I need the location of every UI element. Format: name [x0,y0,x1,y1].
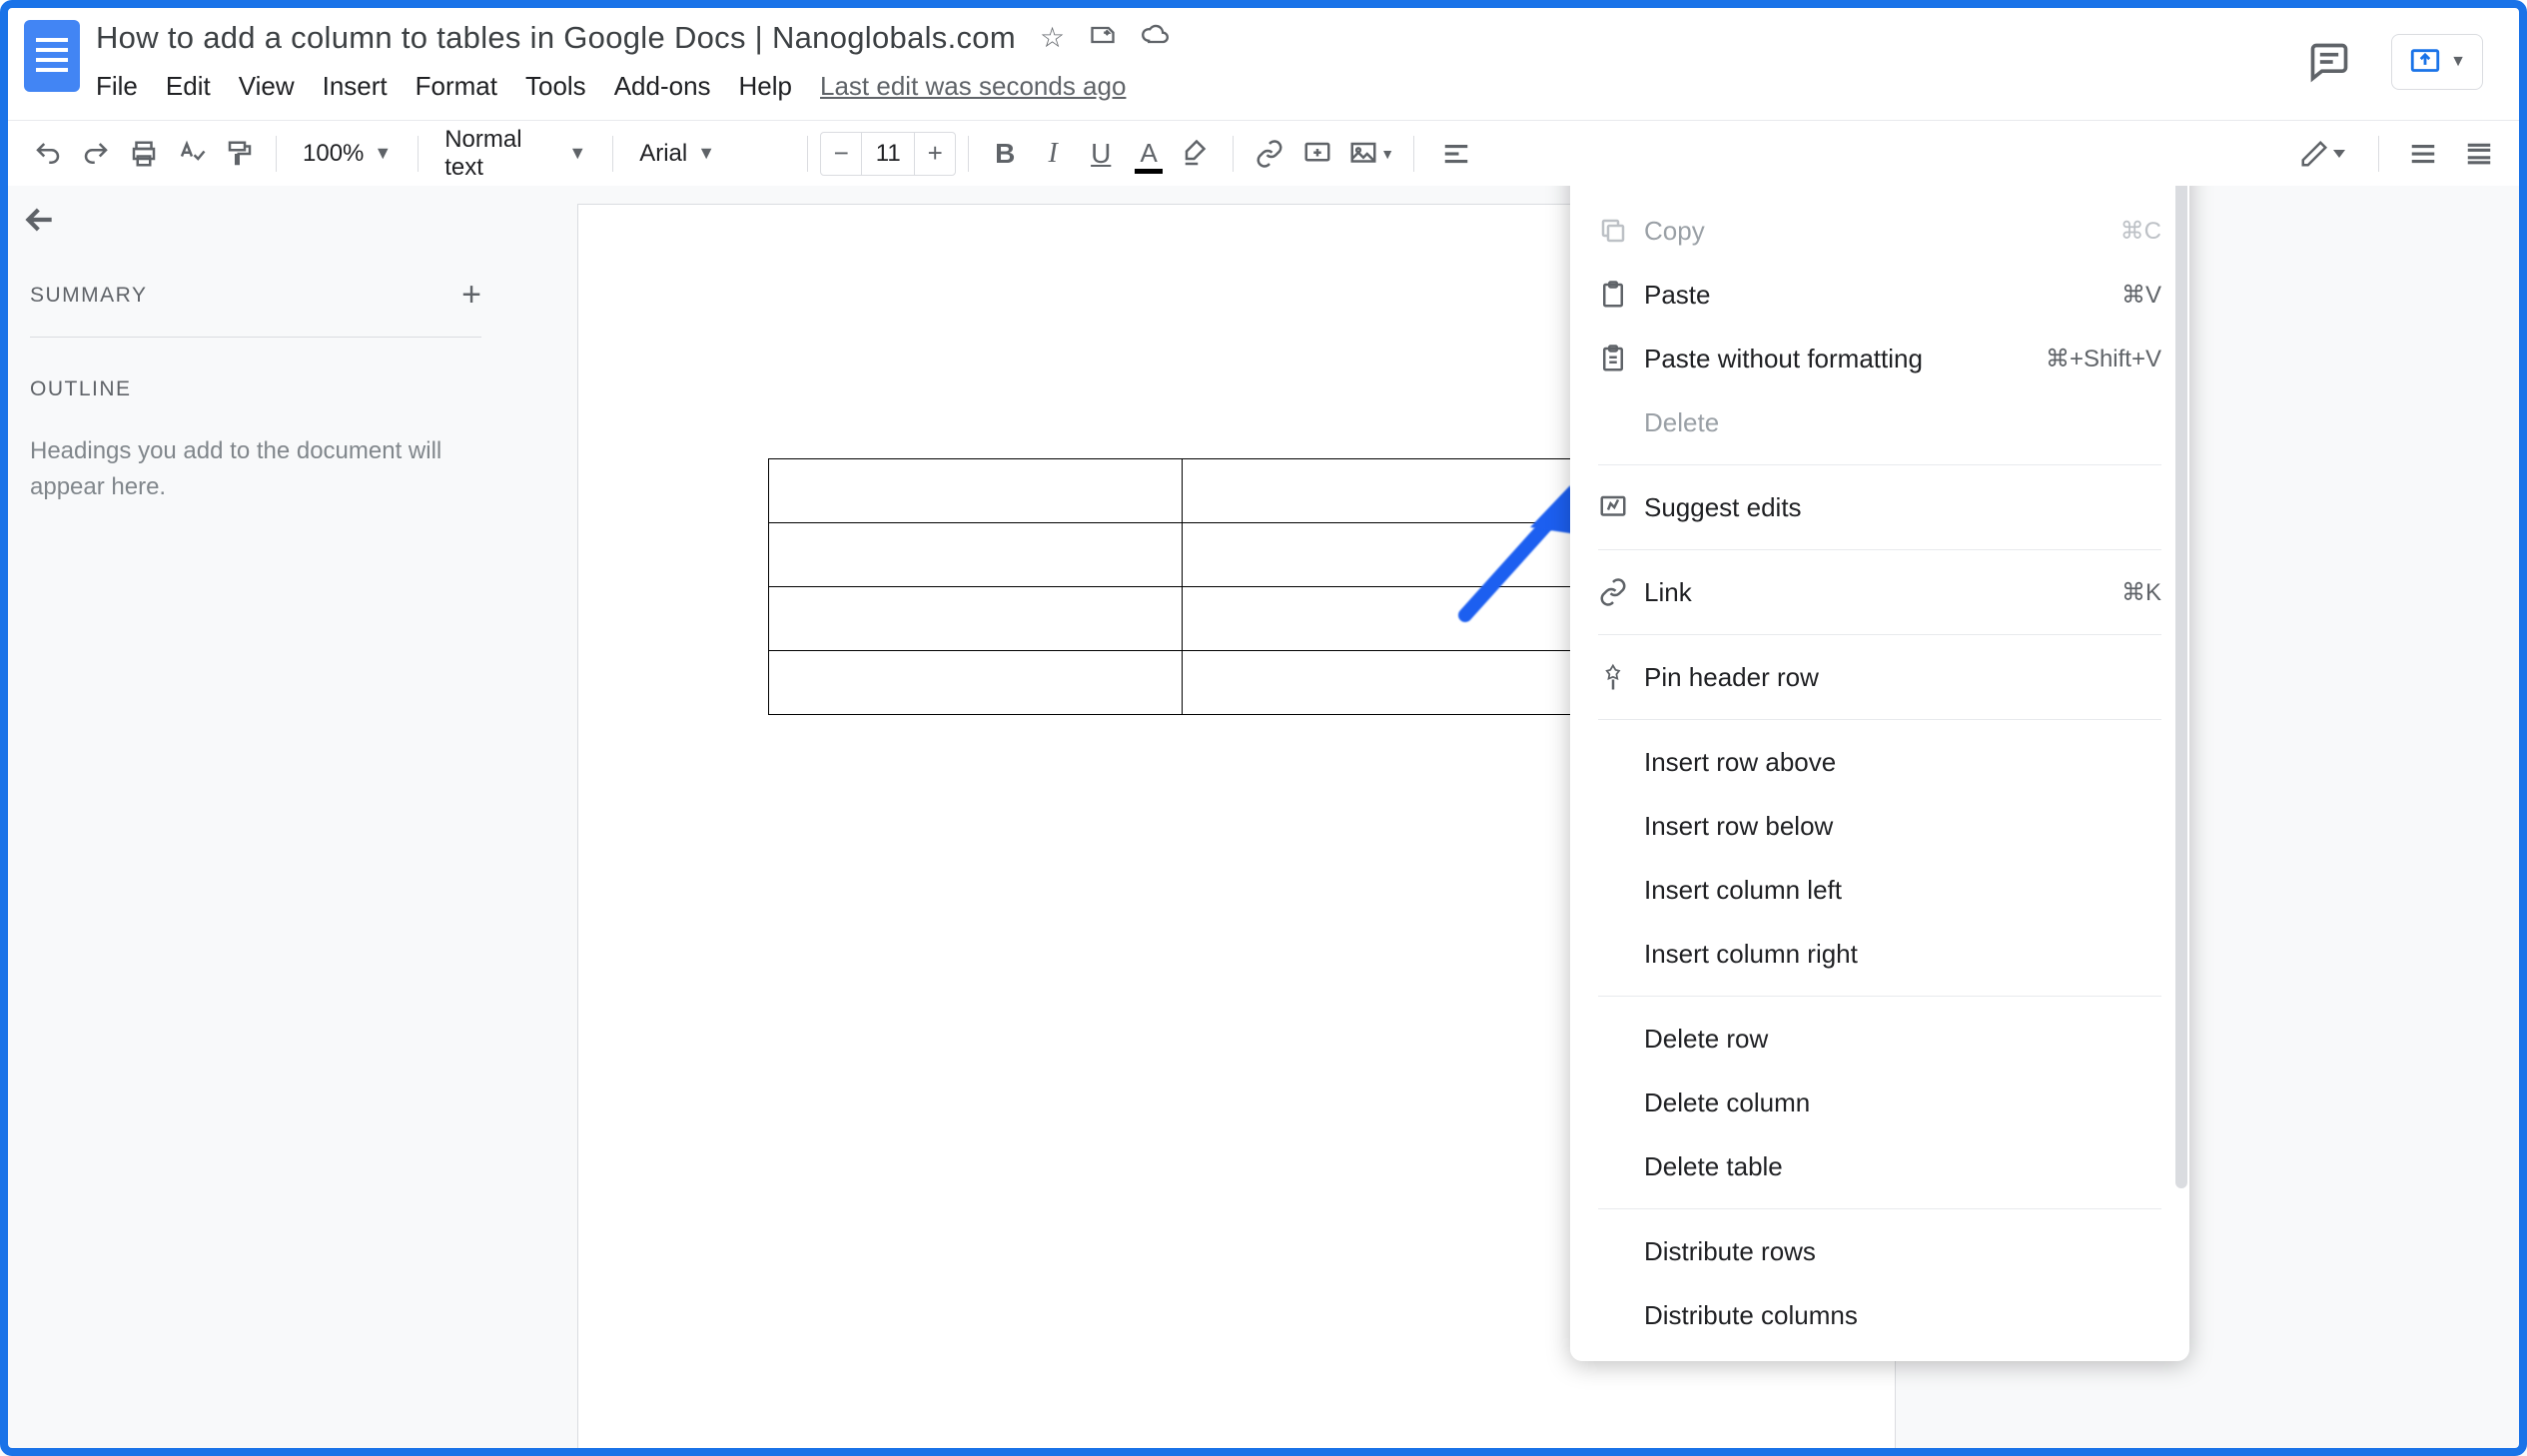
star-icon[interactable]: ☆ [1040,21,1065,56]
context-menu: Cut ⌘X Copy ⌘C Paste ⌘V Paste without fo… [1570,186,2189,1361]
font-select[interactable]: Arial▼ [625,130,795,178]
ctx-paste-plain[interactable]: Paste without formatting ⌘+Shift+V [1570,327,2189,390]
outline-heading: OUTLINE [30,377,481,401]
ctx-pin-header[interactable]: Pin header row [1570,645,2189,709]
share-button[interactable]: ▼ [2391,34,2483,90]
ctx-delete: Delete [1570,390,2189,454]
hide-menus-button[interactable] [2399,130,2447,178]
sidebar-back-button[interactable] [20,200,60,245]
copy-icon [1598,216,1644,246]
header-right: ▼ [2307,14,2503,90]
toolbar: 100%▼ Normal text▼ Arial▼ − 11 + B I U A… [0,120,2527,186]
ctx-insert-col-left[interactable]: Insert column left [1570,858,2189,922]
underline-button[interactable]: U [1077,130,1125,178]
document-canvas[interactable]: Cut ⌘X Copy ⌘C Paste ⌘V Paste without fo… [511,186,2527,1456]
link-icon [1598,577,1644,607]
spellcheck-button[interactable] [168,130,216,178]
outline-sidebar: SUMMARY + OUTLINE Headings you add to th… [0,186,511,1456]
table-row[interactable] [769,523,1656,587]
undo-button[interactable] [24,130,72,178]
bold-button[interactable]: B [981,130,1029,178]
app-header: How to add a column to tables in Google … [0,0,2527,120]
font-size-value[interactable]: 11 [861,133,915,175]
table-row[interactable] [769,651,1656,715]
highlight-button[interactable] [1173,130,1221,178]
outline-hint: Headings you add to the document will ap… [30,433,469,505]
ctx-copy: Copy ⌘C [1570,199,2189,263]
document-title[interactable]: How to add a column to tables in Google … [96,20,1016,56]
move-icon[interactable] [1089,21,1117,56]
context-menu-scrollbar[interactable] [2175,186,2187,1188]
menu-format[interactable]: Format [416,71,497,102]
paste-icon [1598,280,1644,310]
suggest-icon [1598,492,1644,522]
menu-file[interactable]: File [96,71,138,102]
expand-button[interactable] [2455,130,2503,178]
menu-insert[interactable]: Insert [323,71,388,102]
ctx-link[interactable]: Link ⌘K [1570,560,2189,624]
print-button[interactable] [120,130,168,178]
menu-view[interactable]: View [239,71,295,102]
italic-button[interactable]: I [1029,130,1077,178]
ctx-insert-col-right[interactable]: Insert column right [1570,922,2189,986]
menu-tools[interactable]: Tools [525,71,586,102]
paint-format-button[interactable] [216,130,264,178]
ctx-delete-row[interactable]: Delete row [1570,1007,2189,1071]
ctx-distribute-cols[interactable]: Distribute columns [1570,1283,2189,1347]
font-size-group: − 11 + [820,132,956,176]
add-summary-button[interactable]: + [461,276,481,315]
last-edit-link[interactable]: Last edit was seconds ago [820,71,1126,102]
zoom-select[interactable]: 100%▼ [289,130,406,178]
style-select[interactable]: Normal text▼ [430,130,600,178]
editing-mode-button[interactable] [2286,130,2358,178]
font-size-increase-button[interactable]: + [915,133,955,175]
menu-bar: File Edit View Insert Format Tools Add-o… [96,62,2307,110]
table-row[interactable] [769,587,1656,651]
redo-button[interactable] [72,130,120,178]
menu-edit[interactable]: Edit [166,71,211,102]
text-color-button[interactable]: A [1125,130,1173,178]
title-zone: How to add a column to tables in Google … [96,14,2307,110]
ctx-delete-table[interactable]: Delete table [1570,1134,2189,1198]
paste-plain-icon [1598,344,1644,373]
ctx-paste[interactable]: Paste ⌘V [1570,263,2189,327]
menu-addons[interactable]: Add-ons [614,71,711,102]
insert-image-button[interactable]: ▼ [1341,130,1401,178]
menu-help[interactable]: Help [739,71,792,102]
ctx-cut: Cut ⌘X [1570,186,2189,199]
chevron-down-icon: ▼ [2450,53,2466,71]
pin-icon [1598,662,1644,692]
ctx-insert-row-below[interactable]: Insert row below [1570,794,2189,858]
comments-icon[interactable] [2307,40,2351,84]
add-comment-button[interactable] [1293,130,1341,178]
document-table[interactable] [768,458,1656,715]
cloud-status-icon[interactable] [1141,21,1169,56]
font-size-decrease-button[interactable]: − [821,133,861,175]
docs-logo-icon[interactable] [24,20,80,92]
body-area: SUMMARY + OUTLINE Headings you add to th… [0,186,2527,1456]
ctx-insert-row-above[interactable]: Insert row above [1570,730,2189,794]
ctx-delete-col[interactable]: Delete column [1570,1071,2189,1134]
align-button[interactable] [1426,130,1486,178]
summary-heading: SUMMARY [30,284,147,308]
ctx-suggest-edits[interactable]: Suggest edits [1570,475,2189,539]
insert-link-button[interactable] [1246,130,1293,178]
app-logo-wrap [24,14,96,92]
table-row[interactable] [769,459,1656,523]
ctx-distribute-rows[interactable]: Distribute rows [1570,1219,2189,1283]
